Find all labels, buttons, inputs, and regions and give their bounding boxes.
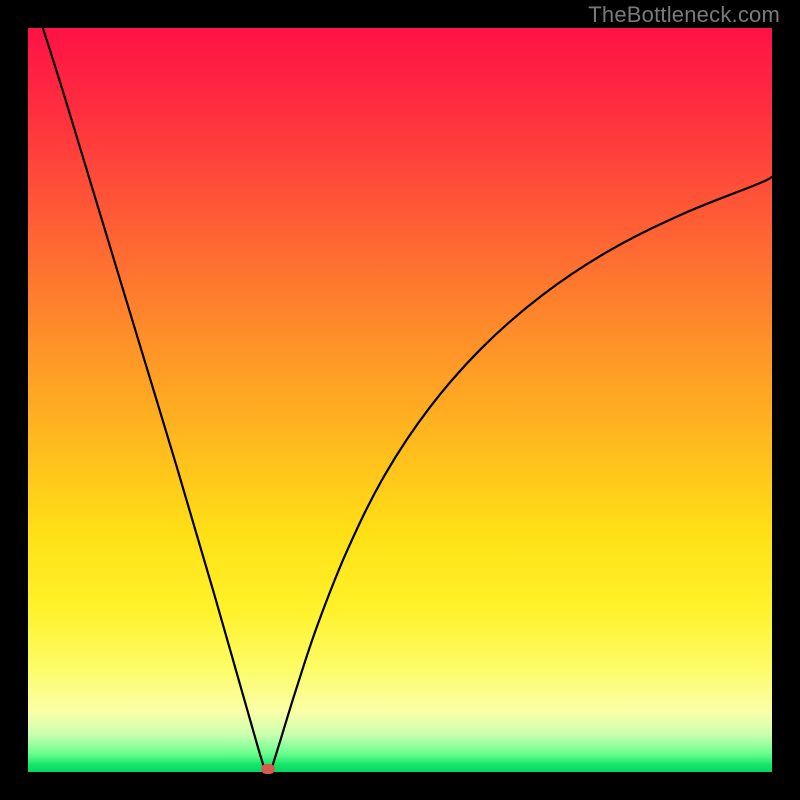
curve-left [43, 28, 265, 772]
curve-right [271, 177, 772, 772]
minimum-marker [261, 764, 275, 774]
curve-svg [28, 28, 772, 772]
chart-frame: TheBottleneck.com [0, 0, 800, 800]
watermark-text: TheBottleneck.com [588, 2, 780, 28]
plot-area [28, 28, 772, 772]
